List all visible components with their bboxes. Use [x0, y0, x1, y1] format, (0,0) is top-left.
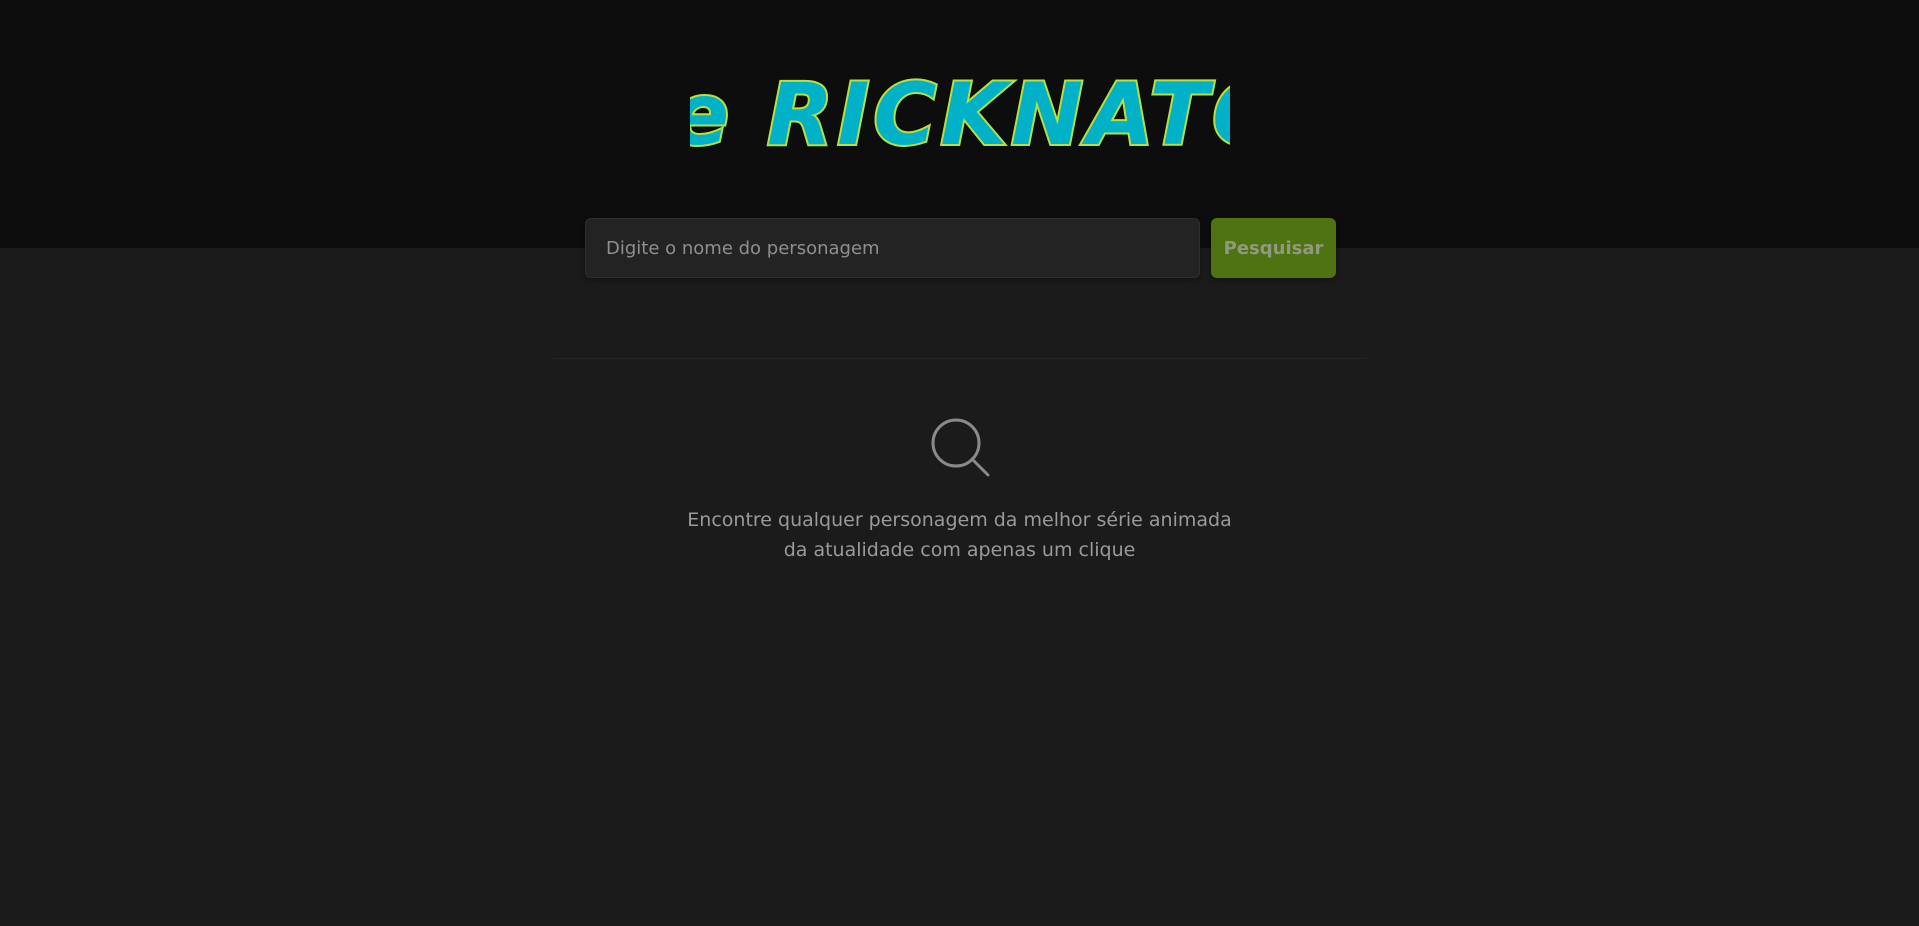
search-input[interactable]: [585, 218, 1200, 278]
svg-text:the RICKNATOR: the RICKNATOR: [690, 65, 1230, 165]
search-button[interactable]: Pesquisar: [1211, 218, 1336, 278]
search-icon: [928, 415, 992, 479]
empty-state-message: Encontre qualquer personagem da melhor s…: [687, 509, 1232, 561]
logo: the RICKNATOR: [690, 44, 1230, 184]
page: the RICKNATOR Pesquisar Encontre qualque…: [0, 0, 1919, 926]
ricknator-logo-icon: the RICKNATOR: [690, 63, 1230, 167]
empty-state: Encontre qualquer personagem da melhor s…: [0, 415, 1919, 565]
divider: [553, 358, 1366, 359]
header: the RICKNATOR: [0, 0, 1919, 248]
